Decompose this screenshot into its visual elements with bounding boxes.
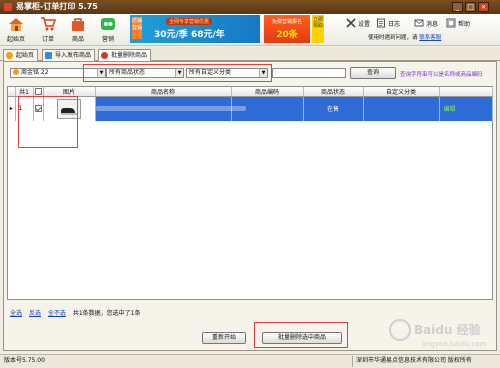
- promo-sms-count: 20条: [276, 30, 298, 40]
- help-icon: [446, 18, 456, 28]
- tab-start-page-label: 起始页: [16, 52, 35, 59]
- message-icon: [414, 18, 424, 28]
- minimize-button[interactable]: _: [452, 2, 463, 12]
- maximize-button[interactable]: □: [465, 2, 476, 12]
- tab-batch-delete-label: 批量删除商品: [111, 52, 148, 59]
- header-category: 自定义分类: [363, 87, 440, 97]
- toolbar-order-label: 订单: [41, 36, 54, 43]
- toolbar-settings-button[interactable]: 设置: [346, 18, 370, 28]
- promo-banner-sms[interactable]: 免费营销报名 20条: [264, 15, 310, 43]
- app-icon: [4, 3, 12, 11]
- select-all-link[interactable]: 全选: [10, 310, 22, 317]
- selection-links: 全选 反选 全不选 共1条数据，您选中了1条: [10, 308, 140, 317]
- product-grid: 共1 图片 商品名称 商品编码 商品状态 自定义分类 ▸ 1 在售 编辑: [7, 86, 493, 300]
- status-divider: [352, 356, 353, 367]
- header-name: 商品名称: [95, 87, 232, 97]
- header-status: 商品状态: [303, 87, 364, 97]
- toolbar-help-label: 帮助: [458, 20, 471, 28]
- invert-selection-link[interactable]: 反选: [29, 310, 41, 317]
- select-none-link[interactable]: 全不选: [48, 310, 66, 317]
- status-bar: 版本号5.75.00 深圳市华通易点信息技术有限公司 版权所有: [0, 354, 500, 368]
- toolbar-settings-label: 设置: [358, 20, 371, 28]
- row-marker: ▸: [8, 96, 16, 121]
- tab-import-products-label: 导入发布商品: [55, 52, 92, 59]
- reset-button[interactable]: 重新开始: [202, 332, 246, 344]
- row-product-name: [95, 96, 246, 121]
- shop-icon: [13, 69, 19, 75]
- batch-delete-panel: 周金铭 22 ▼ 所有商品状态 ▼ 所有自定义分类 ▼ 查询 查询字符串可以是名…: [3, 61, 497, 351]
- contact-support-link[interactable]: 联系客服: [419, 35, 441, 41]
- toolbar-marketing-button[interactable]: 营销: [96, 16, 120, 43]
- promo-tag: 店铺营销: [132, 17, 142, 39]
- search-input[interactable]: [272, 68, 346, 78]
- toolbar-log-label: 日志: [388, 20, 401, 28]
- query-button[interactable]: 查询: [350, 67, 396, 79]
- toolbar-log-button[interactable]: 日志: [376, 18, 400, 28]
- row-edit-link[interactable]: 编辑: [439, 96, 493, 121]
- toolbar-home-button[interactable]: 起始页: [4, 16, 28, 43]
- header-code: 商品编码: [231, 87, 304, 97]
- selection-summary: 共1条数据，您选中了1条: [72, 310, 141, 317]
- copyright-text: 深圳市华通易点信息技术有限公司 版权所有: [356, 357, 472, 364]
- chat-icon: [99, 16, 117, 32]
- promo-claim-button[interactable]: 立即领取: [312, 15, 324, 43]
- title-bar: 易掌柜-订单打印 5.75 _ □ ×: [0, 0, 500, 14]
- table-header-row: 共1 图片 商品名称 商品编码 商品状态 自定义分类: [8, 87, 493, 97]
- svg-text:jingyan.baidu.com: jingyan.baidu.com: [421, 340, 487, 348]
- shop-select-value: 周金铭 22: [21, 69, 49, 76]
- row-product-status: 在售: [303, 96, 364, 121]
- table-row[interactable]: ▸ 1 在售 编辑: [8, 96, 493, 121]
- delete-icon: [101, 52, 108, 59]
- header-marker: [8, 87, 16, 97]
- toolbar-product-label: 商品: [71, 36, 84, 43]
- help-contact-line: 使用时遇到问题，请 联系客服: [368, 33, 441, 41]
- promo-sms-text: 免费营销报名: [271, 19, 302, 25]
- tab-strip: 起始页 导入发布商品 批量删除商品: [0, 47, 500, 62]
- toolbar-home-label: 起始页: [6, 36, 25, 43]
- baidu-watermark: Baidu 经验 jingyan.baidu.com: [386, 316, 494, 350]
- toolbar-order-button[interactable]: 订单: [36, 16, 60, 43]
- import-icon: [45, 52, 52, 59]
- header-edit: [439, 87, 493, 97]
- cart-icon: [39, 16, 57, 32]
- toolbar-product-button[interactable]: 商品: [66, 16, 90, 43]
- version-text: 版本号5.75.00: [4, 357, 45, 364]
- toolbar-marketing-label: 营销: [101, 36, 114, 43]
- svg-text:Baidu 经验: Baidu 经验: [414, 322, 482, 337]
- window-title: 易掌柜-订单打印 5.75: [16, 2, 98, 11]
- select-all-checkbox[interactable]: [34, 88, 42, 95]
- home-icon: [6, 52, 13, 59]
- blurred-name: [95, 106, 246, 112]
- highlight-filters-box: [83, 64, 272, 82]
- log-icon: [376, 18, 386, 28]
- highlight-delete-button-box: [254, 322, 348, 348]
- tab-import-products[interactable]: 导入发布商品: [42, 49, 96, 61]
- toolbar-message-label: 消息: [426, 20, 439, 28]
- toolbar-help-button[interactable]: 帮助: [446, 18, 470, 28]
- tab-start-page[interactable]: 起始页: [3, 49, 39, 61]
- main-toolbar: 起始页 订单 商品 营销 店铺营销 全网专享营销优惠 30元/季 68元/年 免…: [0, 14, 500, 46]
- highlight-checkbox-box: [18, 96, 78, 148]
- product-table: 共1 图片 商品名称 商品编码 商品状态 自定义分类 ▸ 1 在售 编辑: [8, 87, 493, 121]
- promo-subtitle: 全网专享营销优惠: [166, 18, 213, 25]
- tools-icon: [346, 18, 356, 28]
- search-tip: 查询字符串可以是名称或商品编码: [400, 72, 483, 78]
- help-text: 使用时遇到问题，请: [368, 35, 418, 41]
- toolbar-message-button[interactable]: 消息: [414, 18, 438, 28]
- close-button[interactable]: ×: [478, 2, 489, 12]
- home-icon: [7, 16, 25, 32]
- bag-icon: [69, 16, 87, 32]
- row-category: [363, 96, 440, 121]
- promo-price: 30元/季 68元/年: [154, 30, 225, 40]
- promo-banner-package[interactable]: 店铺营销 全网专享营销优惠 30元/季 68元/年: [130, 15, 260, 43]
